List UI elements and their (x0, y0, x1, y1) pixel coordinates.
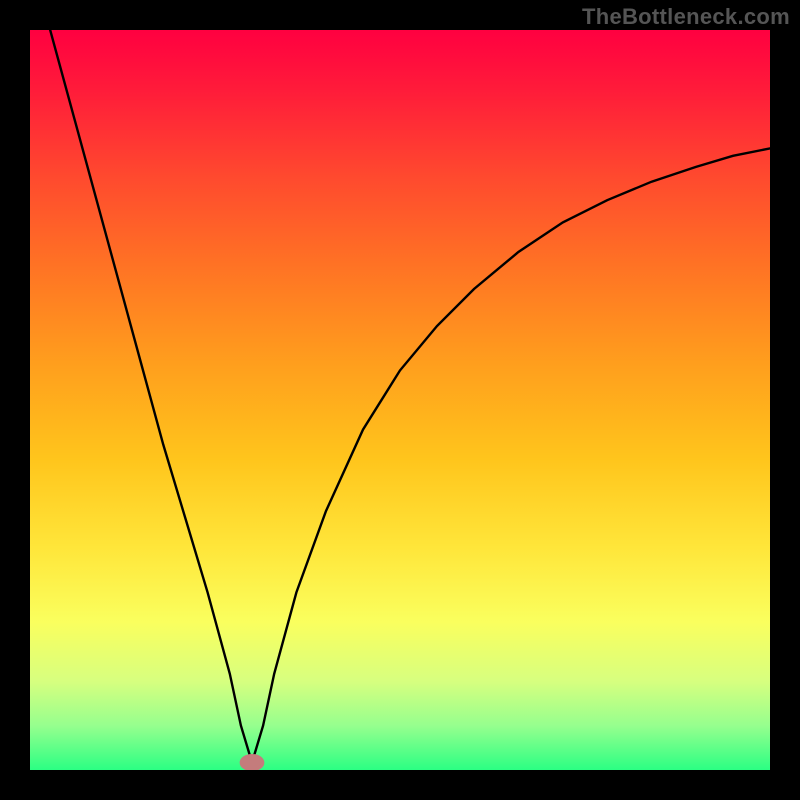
plot-svg (30, 30, 770, 770)
watermark-text: TheBottleneck.com (582, 4, 790, 30)
chart-frame: TheBottleneck.com (0, 0, 800, 800)
optimal-point-marker (240, 754, 264, 770)
gradient-background (30, 30, 770, 770)
plot-area (30, 30, 770, 770)
